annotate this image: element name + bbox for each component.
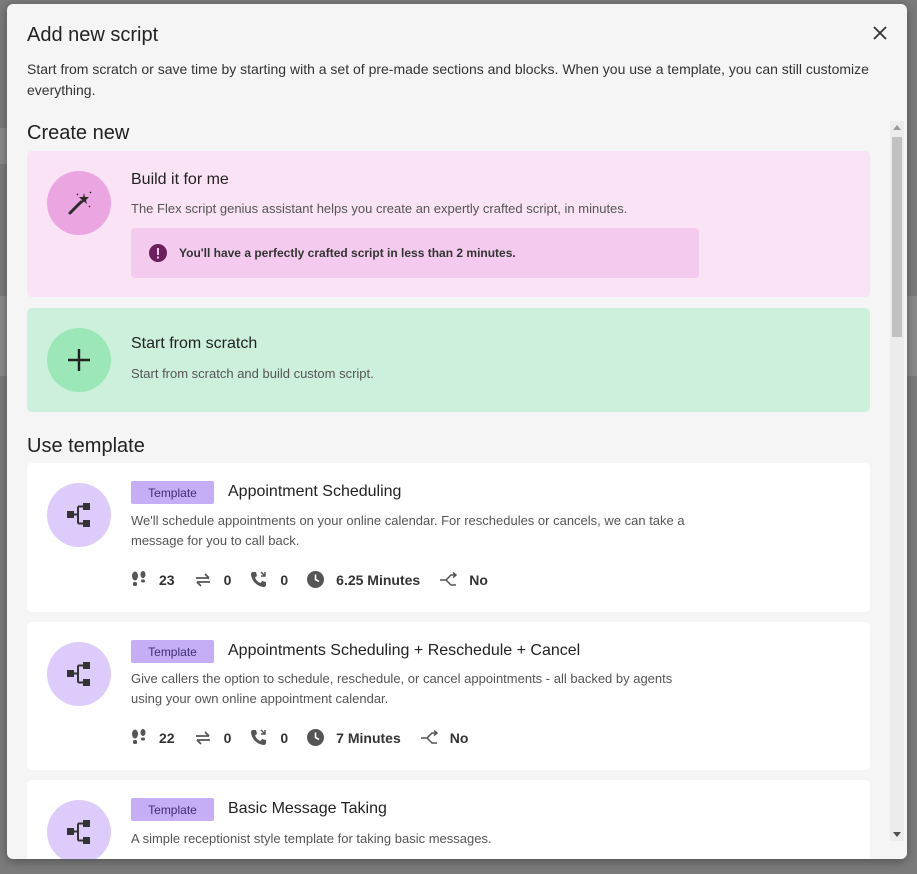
flow-icon [67, 662, 90, 686]
template-description: We'll schedule appointments on your onli… [131, 513, 685, 548]
template-description: A simple receptionist style template for… [131, 831, 492, 846]
template-card[interactable]: Template Basic Message Taking A simple r… [27, 780, 870, 859]
modal-description: Start from scratch or save time by start… [27, 61, 869, 98]
vertical-scrollbar[interactable] [890, 121, 904, 841]
stat-branching: No [439, 571, 488, 588]
template-badge: Template [131, 640, 214, 663]
stat-calls: 0 [250, 729, 288, 746]
transfer-icon [195, 572, 210, 587]
stat-transfers: 0 [194, 571, 232, 588]
template-title: Appointments Scheduling + Reschedule + C… [228, 642, 581, 659]
magic-wand-icon [68, 191, 92, 215]
build-it-for-me-card[interactable]: Build it for me The Flex script genius a… [27, 151, 870, 297]
plus-icon [68, 349, 90, 371]
build-card-title: Build it for me [131, 171, 229, 188]
clock-icon [307, 571, 325, 588]
stat-steps-value: 23 [159, 571, 175, 588]
flow-icon-circle [47, 800, 111, 859]
modal-title: Add new script [27, 24, 159, 46]
template-description: Give callers the option to schedule, res… [131, 671, 673, 706]
stat-calls-value: 0 [280, 729, 289, 746]
build-notice: You'll have a perfectly crafted script i… [131, 228, 699, 278]
phone-forward-icon [251, 729, 267, 745]
template-stats: 23 0 0 6.25 Minutes No [131, 571, 507, 588]
stat-steps: 22 [131, 729, 175, 746]
close-button[interactable] [869, 22, 891, 44]
transfer-icon [195, 730, 210, 745]
background-row [907, 296, 917, 376]
stat-transfers-value: 0 [223, 571, 232, 588]
phone-forward-icon [251, 571, 267, 587]
stat-steps-value: 22 [159, 729, 175, 746]
stat-transfers: 0 [194, 729, 232, 746]
close-icon [873, 26, 887, 40]
create-new-heading: Create new [27, 122, 130, 144]
stat-steps: 23 [131, 571, 175, 588]
add-script-modal: Add new script Start from scratch or sav… [7, 4, 907, 859]
template-card[interactable]: Template Appointment Scheduling We'll sc… [27, 463, 870, 612]
plus-icon-circle [47, 328, 111, 392]
stat-duration: 7 Minutes [307, 729, 401, 746]
branch-icon [440, 571, 458, 586]
build-card-subtitle: The Flex script genius assistant helps y… [131, 201, 628, 216]
stat-duration-value: 7 Minutes [336, 729, 401, 746]
clock-icon [307, 729, 325, 746]
scratch-card-title: Start from scratch [131, 335, 258, 352]
footsteps-icon [132, 571, 146, 586]
scroll-up-arrow-icon[interactable] [893, 125, 901, 130]
stat-calls: 0 [250, 571, 288, 588]
use-template-heading: Use template [27, 435, 145, 457]
modal-scroll-content[interactable]: Create new Build it for me The Flex scri… [7, 119, 889, 859]
template-stats: 22 0 0 7 Minutes No [131, 729, 487, 746]
scrollbar-thumb[interactable] [892, 137, 902, 337]
flow-icon-circle [47, 483, 111, 547]
stat-duration: 6.25 Minutes [307, 571, 420, 588]
stat-branching-value: No [469, 571, 488, 588]
flow-icon [67, 820, 90, 844]
background-row [0, 128, 7, 164]
template-title: Basic Message Taking [228, 800, 387, 817]
template-badge: Template [131, 481, 214, 504]
stat-calls-value: 0 [280, 571, 289, 588]
template-title: Appointment Scheduling [228, 483, 402, 500]
footsteps-icon [132, 729, 146, 744]
flow-icon-circle [47, 642, 111, 706]
stat-branching-value: No [449, 729, 469, 746]
build-notice-text: You'll have a perfectly crafted script i… [179, 246, 516, 260]
template-badge: Template [131, 798, 214, 821]
branch-icon [420, 729, 438, 744]
stat-branching: No [420, 729, 469, 746]
magic-wand-icon-circle [47, 171, 111, 235]
stat-transfers-value: 0 [223, 729, 232, 746]
start-from-scratch-card[interactable]: Start from scratch Start from scratch an… [27, 308, 870, 412]
flow-icon [67, 503, 90, 527]
background-row [0, 296, 7, 376]
alert-icon [149, 244, 167, 262]
template-card[interactable]: Template Appointments Scheduling + Resch… [27, 622, 870, 770]
scroll-down-arrow-icon[interactable] [893, 832, 901, 837]
stat-duration-value: 6.25 Minutes [336, 571, 421, 588]
scratch-card-subtitle: Start from scratch and build custom scri… [131, 366, 374, 381]
